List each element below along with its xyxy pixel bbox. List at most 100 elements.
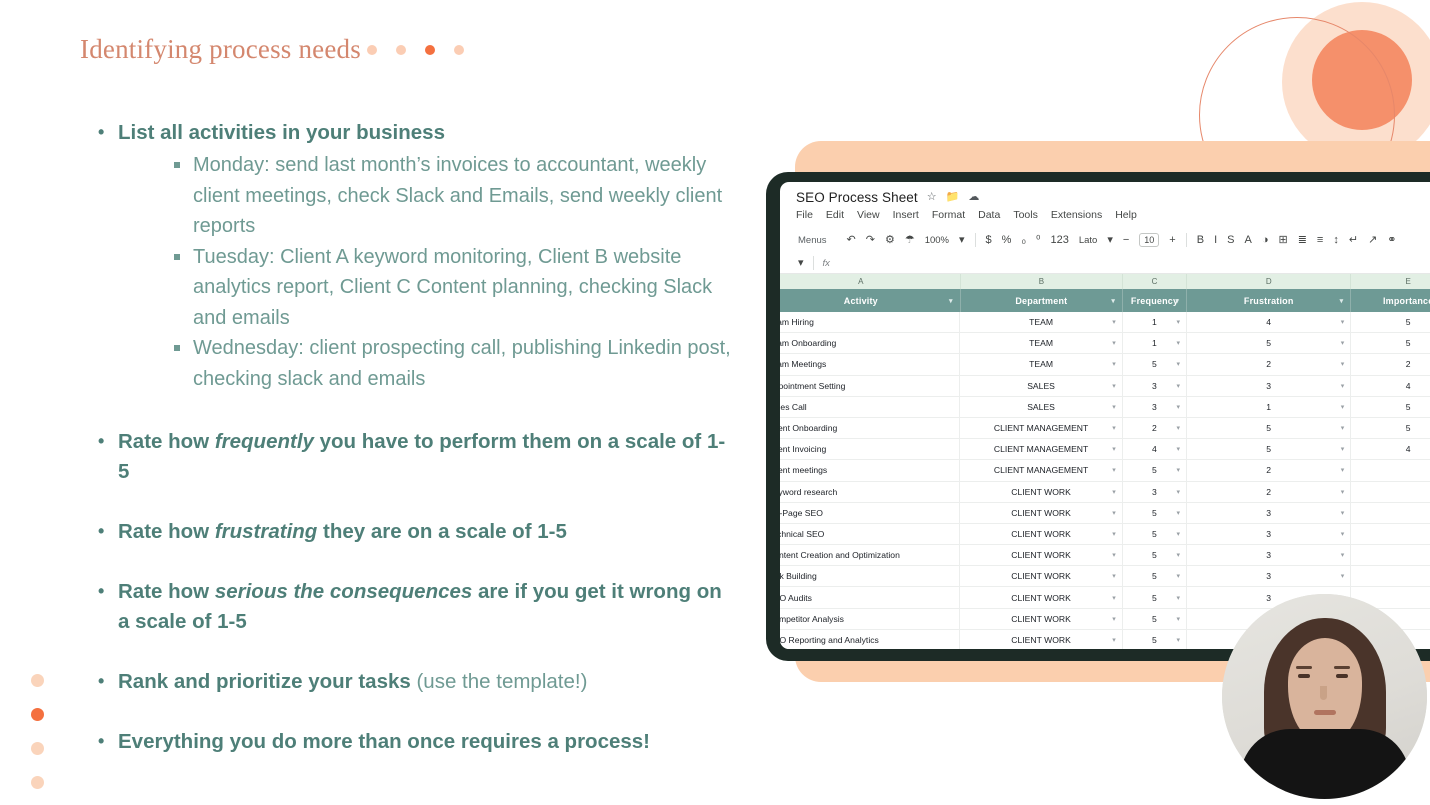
cell-dropdown-icon[interactable]: ▾ bbox=[1112, 551, 1116, 559]
menu-file[interactable]: File bbox=[796, 209, 813, 224]
cell-importance[interactable] bbox=[1351, 524, 1430, 544]
cell-dropdown-icon[interactable]: ▾ bbox=[1112, 572, 1116, 580]
cell-dropdown-icon[interactable]: ▾ bbox=[1177, 488, 1181, 496]
cell-dropdown-icon[interactable]: ▾ bbox=[1177, 424, 1181, 432]
cell-dropdown-icon[interactable]: ▾ bbox=[1341, 403, 1345, 411]
cell-frustration[interactable]: 5 ▾ bbox=[1187, 417, 1352, 439]
cell-frustration[interactable]: 3▾ bbox=[1187, 375, 1352, 396]
cell-dropdown-icon[interactable]: ▾ bbox=[1341, 382, 1345, 390]
cell-department[interactable]: CLIENT WORK ▾ bbox=[960, 629, 1123, 649]
cell-department[interactable]: CLIENT WORK ▾ bbox=[960, 545, 1123, 566]
decimal-decrease-icon[interactable]: ₀ bbox=[1021, 234, 1026, 246]
cell-dropdown-icon[interactable]: ▾ bbox=[1177, 403, 1181, 411]
menu-help[interactable]: Help bbox=[1115, 209, 1137, 224]
cell-frustration[interactable]: 3▾ bbox=[1187, 523, 1352, 545]
cell-frequency[interactable]: 3 ▾ bbox=[1123, 396, 1188, 417]
filter-icon-frustration[interactable]: ▾ bbox=[1340, 297, 1344, 305]
font-size-increase-icon[interactable]: + bbox=[1169, 234, 1175, 246]
menu-format[interactable]: Format bbox=[932, 209, 965, 224]
cell-importance[interactable]: 5 bbox=[1351, 397, 1430, 417]
cell-activity[interactable]: SEO Audits bbox=[780, 587, 961, 608]
cell-dropdown-icon[interactable]: ▾ bbox=[1177, 318, 1181, 326]
text-rotate-icon[interactable]: ↗ bbox=[1368, 234, 1377, 246]
cell-department[interactable]: CLIENT MANAGEMENT ▾ bbox=[960, 417, 1123, 439]
vertical-align-icon[interactable]: ↕ bbox=[1333, 234, 1339, 246]
cell-activity[interactable]: Client meetings bbox=[780, 460, 961, 481]
cell-dropdown-icon[interactable]: ▾ bbox=[1112, 339, 1116, 347]
menu-insert[interactable]: Insert bbox=[893, 209, 919, 224]
cell-frequency[interactable]: 2 ▾ bbox=[1123, 417, 1188, 439]
formula-bar-caret-icon[interactable]: ▾ bbox=[798, 257, 804, 269]
cell-dropdown-icon[interactable]: ▾ bbox=[1341, 572, 1345, 580]
cell-frequency[interactable]: 5 ▾ bbox=[1123, 523, 1188, 545]
cell-dropdown-icon[interactable]: ▾ bbox=[1341, 424, 1345, 432]
cell-department[interactable]: CLIENT WORK ▾ bbox=[960, 587, 1123, 608]
cell-frustration[interactable]: 2 ▾ bbox=[1187, 481, 1352, 502]
font-caret-icon[interactable]: ▾ bbox=[1107, 234, 1113, 246]
cell-dropdown-icon[interactable]: ▾ bbox=[1112, 382, 1116, 390]
cell-dropdown-icon[interactable]: ▾ bbox=[1177, 466, 1181, 474]
cell-department[interactable]: CLIENT WORK ▾ bbox=[960, 523, 1123, 545]
menu-view[interactable]: View bbox=[857, 209, 880, 224]
cell-importance[interactable] bbox=[1351, 503, 1430, 523]
table-row[interactable]: On-Page SEOCLIENT WORK▾5▾3▾ bbox=[780, 502, 1430, 524]
cell-frequency[interactable]: 1 ▾ bbox=[1123, 312, 1188, 333]
cell-dropdown-icon[interactable]: ▾ bbox=[1341, 509, 1345, 517]
cell-dropdown-icon[interactable]: ▾ bbox=[1177, 572, 1181, 580]
cell-dropdown-icon[interactable]: ▾ bbox=[1341, 488, 1345, 496]
menu-data[interactable]: Data bbox=[978, 209, 1000, 224]
presenter-webcam-bubble[interactable] bbox=[1222, 594, 1427, 799]
cell-department[interactable]: CLIENT MANAGEMENT ▾ bbox=[960, 460, 1123, 481]
cell-frequency[interactable]: 5 ▾ bbox=[1123, 545, 1188, 566]
merge-cells-icon[interactable]: ≣ bbox=[1298, 234, 1307, 246]
italic-icon[interactable]: I bbox=[1214, 234, 1217, 246]
table-row[interactable]: Appointment SettingSALES▾3▾3▾4 bbox=[780, 375, 1430, 397]
cell-activity[interactable]: Appointment Setting bbox=[780, 375, 961, 396]
menu-tools[interactable]: Tools bbox=[1013, 209, 1038, 224]
cell-importance[interactable]: 4 bbox=[1351, 439, 1430, 459]
print-icon[interactable]: ⚙ bbox=[885, 234, 895, 246]
cell-frustration[interactable]: 3▾ bbox=[1187, 545, 1352, 566]
table-row[interactable]: Sales CallSALES▾3▾1▾5 bbox=[780, 396, 1430, 418]
fill-color-icon[interactable]: ◑ bbox=[1262, 234, 1269, 246]
menu-extensions[interactable]: Extensions bbox=[1051, 209, 1102, 224]
cell-dropdown-icon[interactable]: ▾ bbox=[1177, 360, 1181, 368]
cell-frustration[interactable]: 2 ▾ bbox=[1187, 460, 1352, 481]
table-row[interactable]: Link BuildingCLIENT WORK▾5▾3▾ bbox=[780, 566, 1430, 588]
cell-department[interactable]: TEAM ▾ bbox=[960, 333, 1123, 354]
cell-dropdown-icon[interactable]: ▾ bbox=[1341, 445, 1345, 453]
paint-format-icon[interactable]: ☂ bbox=[905, 234, 915, 246]
table-row[interactable]: Client InvoicingCLIENT MANAGEMENT▾4▾5▾4 bbox=[780, 439, 1430, 461]
font-size-decrease-icon[interactable]: − bbox=[1123, 234, 1129, 246]
cell-importance[interactable]: 5 bbox=[1351, 312, 1430, 332]
cell-frequency[interactable]: 5 ▾ bbox=[1123, 587, 1188, 608]
cell-importance[interactable] bbox=[1351, 566, 1430, 586]
bold-icon[interactable]: B bbox=[1197, 234, 1204, 246]
cell-dropdown-icon[interactable]: ▾ bbox=[1177, 509, 1181, 517]
cell-importance[interactable] bbox=[1351, 460, 1430, 480]
cell-dropdown-icon[interactable]: ▾ bbox=[1112, 615, 1116, 623]
cell-dropdown-icon[interactable]: ▾ bbox=[1112, 509, 1116, 517]
cell-activity[interactable]: Client Onboarding bbox=[780, 417, 961, 439]
cell-department[interactable]: TEAM ▾ bbox=[960, 354, 1123, 375]
cell-department[interactable]: TEAM ▾ bbox=[960, 312, 1123, 333]
table-row[interactable]: Technical SEOCLIENT WORK▾5▾3▾ bbox=[780, 523, 1430, 546]
cell-department[interactable]: CLIENT WORK ▾ bbox=[960, 608, 1123, 629]
cell-department[interactable]: CLIENT WORK ▾ bbox=[960, 502, 1123, 523]
cell-importance[interactable]: 5 bbox=[1351, 333, 1430, 353]
cell-frequency[interactable]: 5 ▾ bbox=[1123, 608, 1188, 629]
cell-activity[interactable]: Link Building bbox=[780, 566, 961, 587]
cell-importance[interactable]: 4 bbox=[1351, 376, 1430, 396]
cell-dropdown-icon[interactable]: ▾ bbox=[1177, 339, 1181, 347]
cell-department[interactable]: CLIENT WORK ▾ bbox=[960, 481, 1123, 502]
table-row[interactable]: Content Creation and Optimization CLIENT … bbox=[780, 545, 1430, 567]
menu-edit[interactable]: Edit bbox=[826, 209, 844, 224]
cell-dropdown-icon[interactable]: ▾ bbox=[1177, 382, 1181, 390]
cell-dropdown-icon[interactable]: ▾ bbox=[1341, 530, 1345, 538]
move-to-folder-icon[interactable]: 📁 bbox=[946, 191, 960, 203]
zoom-level[interactable]: 100% bbox=[925, 235, 949, 246]
cell-activity[interactable]: Content Creation and Optimization bbox=[780, 545, 961, 566]
cell-dropdown-icon[interactable]: ▾ bbox=[1341, 360, 1345, 368]
cell-dropdown-icon[interactable]: ▾ bbox=[1112, 594, 1116, 602]
column-letter-e[interactable]: E bbox=[1351, 274, 1430, 289]
